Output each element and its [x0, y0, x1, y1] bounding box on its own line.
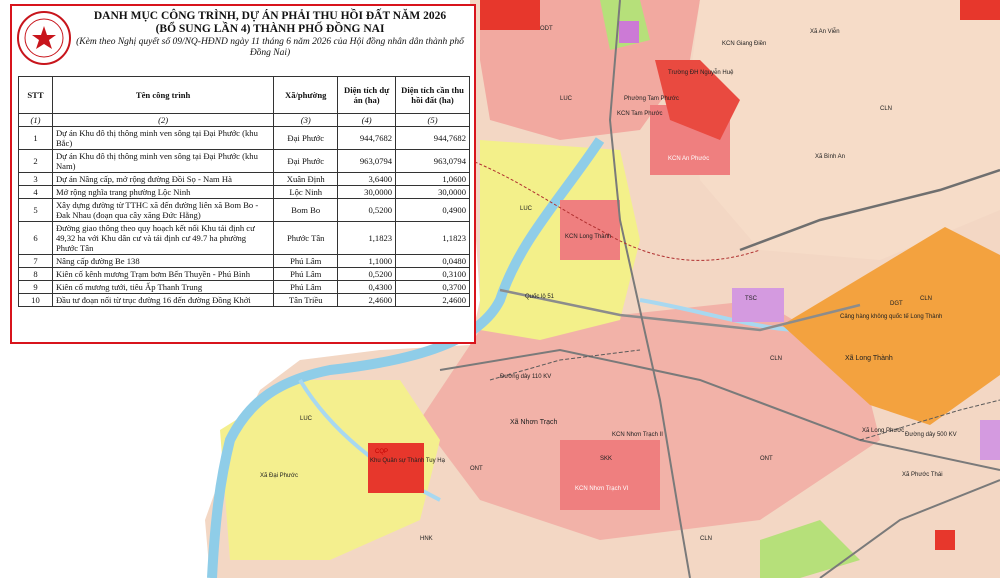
panel-subtitle: (Kèm theo Nghị quyết số 09/NQ-HĐND ngày … [76, 37, 464, 58]
table-row: 9 Kiên cố mương tưới, tiêu Ấp Thanh Trun… [18, 280, 470, 294]
header-ward: Xã/phường [273, 76, 339, 114]
label-dgt-1: DGT [890, 301, 903, 307]
header-name: Tên công trình [51, 76, 275, 114]
label-xa-long-phuoc: Xã Long Phước [862, 428, 904, 434]
zone-red-se [935, 530, 955, 550]
zone-commercial-1 [619, 21, 639, 43]
label-powerline-500kv: Đường dây 500 KV [905, 432, 957, 438]
label-road-ql51: Quốc lộ 51 [525, 294, 555, 300]
table-row: 5 Xây dựng đường từ TTHC xã đến đường li… [18, 198, 470, 222]
project-list-panel: DANH MỤC CÔNG TRÌNH, DỰ ÁN PHẢI THU HỒI … [10, 4, 476, 344]
header-stt: STT [18, 76, 53, 114]
label-khu-quan-su: Khu Quân sự Thành Tuy Hạ [370, 458, 446, 464]
label-ont-1: ONT [470, 466, 483, 472]
label-odt-1: ODT [540, 26, 553, 32]
label-kcn-tam-phuoc: KCN Tam Phước [617, 111, 663, 117]
label-kcn-long-thanh: KCN Long Thành [565, 234, 611, 240]
label-airport: Cảng hàng không quốc tế Long Thành [840, 314, 942, 320]
project-table: STT Tên công trình Xã/phường Diện tích d… [18, 76, 470, 307]
header-recover: Diện tích cần thu hồi đất (ha) [395, 76, 470, 114]
label-xa-phuoc-thai: Xã Phước Thái [902, 472, 943, 478]
zone-top-red [480, 0, 540, 30]
panel-header: DANH MỤC CÔNG TRÌNH, DỰ ÁN PHẢI THU HỒI … [72, 10, 468, 59]
label-xa-binh-an: Xã Bình An [815, 154, 845, 160]
label-cln-3: CLN [920, 296, 932, 302]
label-hnk-1: HNK [420, 536, 433, 542]
table-row: 1 Dự án Khu đô thị thông minh ven sông t… [18, 126, 470, 150]
label-kcn-nhon-trach-vi: KCN Nhơn Trạch VI [575, 486, 629, 492]
label-luc-1: LUC [520, 206, 533, 212]
label-kcn-nhon-trach-ii: KCN Nhơn Trạch II [612, 432, 663, 438]
label-xa-dai-phuoc: Xã Đại Phước [260, 473, 298, 479]
table-row: 6 Đường giao thông theo quy hoạch kết nố… [18, 221, 470, 255]
table-row: 8 Kiên cố kênh mương Trạm bơm Bến Thuyền… [18, 267, 470, 281]
zone-perennial-east [690, 0, 1000, 260]
zone-industrial-nhon-trach [560, 440, 660, 510]
label-kcn-giang-dien: KCN Giang Điền [722, 41, 766, 47]
label-xa-an-vien: Xã An Viễn [810, 28, 840, 35]
label-luc-2: LUC [300, 416, 313, 422]
label-xa-nhon-trach: Xã Nhơn Trạch [510, 419, 557, 426]
panel-title-line2: (BỔ SUNG LẦN 4) THÀNH PHỐ ĐỒNG NAI [155, 23, 385, 35]
table-row: 3 Dự án Nâng cấp, mở rộng đường Đồi Sọ -… [18, 172, 470, 186]
label-luc-3: LUC [560, 96, 573, 102]
table-row: 4 Mở rộng nghĩa trang phường Lộc Ninh Lộ… [18, 185, 470, 199]
table-row: 10 Đầu tư đoạn nối từ trục đường 16 đến … [18, 293, 470, 307]
label-skk-1: SKK [600, 456, 612, 462]
label-cqp-1: CQP [375, 449, 388, 455]
label-cln-4: CLN [700, 536, 712, 542]
panel-title-line1: DANH MỤC CÔNG TRÌNH, DỰ ÁN PHẢI THU HỒI … [93, 10, 447, 22]
label-tsc-1: TSC [745, 296, 758, 302]
zone-top-right-red [960, 0, 1000, 20]
label-cln-2: CLN [880, 106, 892, 112]
label-cln-1: CLN [770, 356, 782, 362]
index-row: (1) (2) (3) (4) (5) [18, 113, 470, 127]
table-row: 7 Nâng cấp đường Be 138 Phú Lâm 1,1000 0… [18, 254, 470, 268]
header-area: Diện tích dự án (ha) [337, 76, 397, 114]
table-row: 2 Dự án Khu đô thị thông minh ven sông t… [18, 149, 470, 173]
label-powerline-110kv: Đường dây 110 KV [500, 374, 551, 380]
label-ont-2: ONT [760, 456, 773, 462]
state-emblem-icon [17, 11, 71, 65]
label-xa-long-thanh: Xã Long Thành [845, 355, 893, 362]
label-kcn-an-phuoc: KCN An Phước [668, 156, 709, 162]
zone-commercial-3 [980, 420, 1000, 460]
label-phuong-tam-phuoc: Phường Tam Phước [624, 96, 679, 102]
zone-industrial-long-thanh [560, 200, 620, 260]
label-truong-dh: Trường ĐH Nguyễn Huệ [668, 69, 734, 76]
zone-commercial-2 [732, 288, 784, 322]
